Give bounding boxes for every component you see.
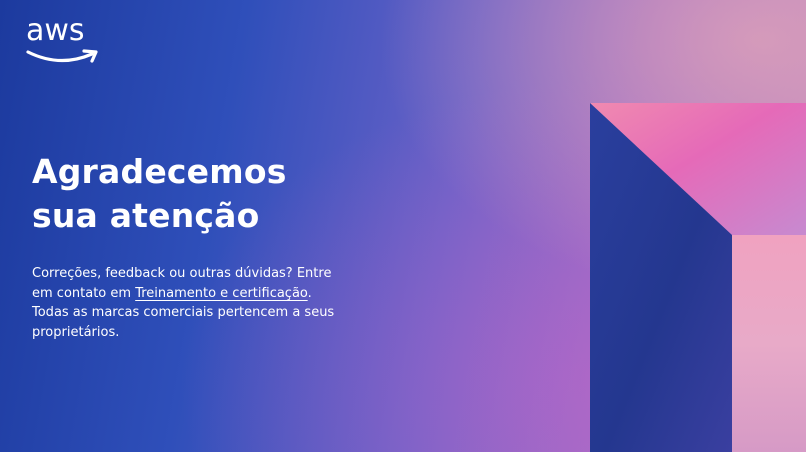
contact-paragraph: Correções, feedback ou outras dúvidas? E… <box>32 264 362 342</box>
training-certification-link[interactable]: Treinamento e certificação <box>135 286 307 301</box>
contact-line-4: proprietários. <box>32 324 120 340</box>
aws-logo-text: aws <box>26 13 85 48</box>
contact-line-2-suffix: . <box>307 285 312 301</box>
contact-line-2: em contato em Treinamento e certificação… <box>32 284 362 304</box>
contact-line-1: Correções, feedback ou outras dúvidas? E… <box>32 266 332 281</box>
contact-line-2-prefix: em contato em <box>32 285 136 301</box>
slide: aws Agradecemos sua atenção Correções, f… <box>0 0 806 452</box>
page-title: Agradecemos sua atenção <box>32 150 287 238</box>
contact-line-3: Todas as marcas comerciais pertencem a s… <box>32 305 335 320</box>
title-line-2: sua atenção <box>32 196 260 235</box>
decorative-folded-shape <box>590 103 806 452</box>
aws-smile-icon <box>26 49 98 63</box>
shape-right-face <box>732 235 806 452</box>
aws-logo: aws <box>26 14 104 68</box>
title-line-1: Agradecemos <box>32 152 287 191</box>
